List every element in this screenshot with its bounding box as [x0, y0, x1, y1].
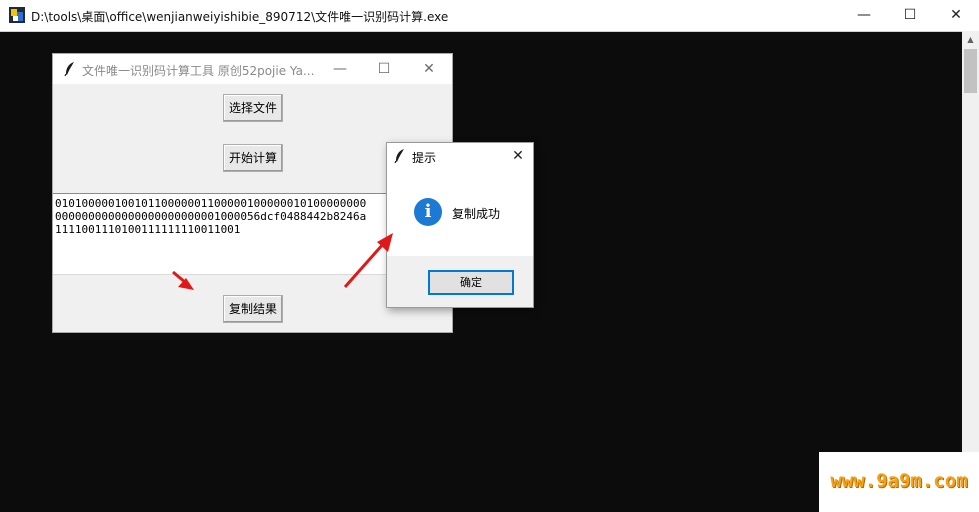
console-minimize-button[interactable]: —: [841, 0, 887, 31]
scroll-thumb[interactable]: [964, 49, 977, 93]
tool-minimize-button[interactable]: —: [317, 54, 363, 84]
tool-title: 文件唯一识别码计算工具 原创52pojie Ya...: [82, 64, 315, 78]
dialog-message: 复制成功: [452, 207, 501, 221]
dialog-footer: 确定: [387, 256, 533, 307]
console-app-icon: [9, 7, 25, 23]
start-calc-button[interactable]: 开始计算: [223, 144, 283, 172]
watermark-text: www.9a9m.com: [830, 470, 968, 492]
ok-button[interactable]: 确定: [428, 270, 514, 295]
tool-titlebar: 文件唯一识别码计算工具 原创52pojie Ya... — ☐ ✕: [53, 54, 452, 84]
console-maximize-button[interactable]: ☐: [887, 0, 933, 31]
message-dialog: 提示 ✕ i 复制成功 确定: [386, 142, 534, 308]
feather-icon: [394, 149, 404, 164]
console-title: D:\tools\桌面\office\wenjianweiyishibie_89…: [31, 10, 449, 24]
console-close-button[interactable]: ✕: [933, 0, 979, 31]
console-titlebar: D:\tools\桌面\office\wenjianweiyishibie_89…: [0, 0, 979, 32]
select-file-button[interactable]: 选择文件: [223, 94, 283, 122]
feather-icon: [64, 62, 74, 77]
tool-close-button[interactable]: ✕: [406, 54, 452, 84]
scroll-up-arrow-icon[interactable]: ▲: [962, 31, 979, 48]
tool-maximize-button[interactable]: ☐: [361, 54, 407, 84]
copy-result-button[interactable]: 复制结果: [223, 295, 283, 323]
dialog-titlebar: 提示 ✕: [387, 143, 533, 169]
dialog-close-button[interactable]: ✕: [503, 143, 533, 169]
dialog-title: 提示: [412, 151, 437, 165]
watermark-box: www.9a9m.com: [819, 452, 979, 512]
info-icon: i: [414, 198, 442, 226]
console-scrollbar[interactable]: ▲: [962, 31, 979, 512]
